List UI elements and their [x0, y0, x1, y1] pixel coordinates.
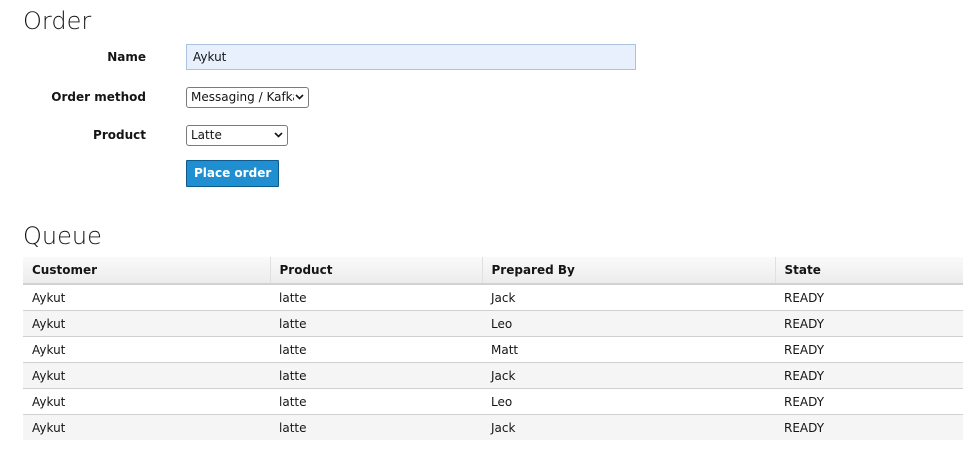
cell-product: latte	[270, 388, 482, 415]
cell-customer: Aykut	[23, 284, 270, 311]
cell-state: READY	[775, 414, 963, 440]
order-section-title: Order	[23, 7, 92, 35]
queue-section-title: Queue	[23, 222, 102, 250]
cell-prepared-by: Jack	[482, 284, 775, 311]
table-row: Aykut latte Leo READY	[23, 310, 963, 337]
cell-customer: Aykut	[23, 414, 270, 440]
order-method-label: Order method	[51, 90, 146, 104]
product-label: Product	[93, 128, 146, 142]
queue-header-row: Customer Product Prepared By State	[23, 257, 963, 285]
column-header-product: Product	[270, 257, 483, 285]
cell-state: READY	[775, 336, 963, 363]
cell-prepared-by: Leo	[482, 310, 775, 337]
order-method-wrap: Messaging / Kafka	[186, 86, 309, 108]
cell-customer: Aykut	[23, 362, 270, 389]
table-row: Aykut latte Jack READY	[23, 362, 963, 389]
cell-customer: Aykut	[23, 336, 270, 363]
table-row: Aykut latte Jack READY	[23, 414, 963, 440]
cell-customer: Aykut	[23, 388, 270, 415]
product-wrap: Latte	[186, 124, 288, 146]
cell-product: latte	[270, 414, 482, 440]
cell-state: READY	[775, 362, 963, 389]
cell-state: READY	[775, 284, 963, 311]
place-order-button[interactable]: Place order	[186, 159, 280, 187]
name-form-row: Name	[0, 44, 978, 70]
column-header-prepared-by: Prepared By	[482, 257, 776, 285]
cell-product: latte	[270, 284, 482, 311]
cell-prepared-by: Jack	[482, 414, 775, 440]
cell-prepared-by: Jack	[482, 362, 775, 389]
submit-form-row: Place order	[0, 159, 978, 187]
name-input[interactable]	[186, 44, 636, 70]
product-form-row: Product Latte	[0, 122, 978, 148]
submit-wrap: Place order	[186, 159, 280, 187]
page: Order Name Order method Messaging / Kafk…	[0, 0, 978, 470]
cell-prepared-by: Leo	[482, 388, 775, 415]
product-selected-value: Latte	[191, 128, 222, 142]
order-method-selected-value: Messaging / Kafka	[191, 90, 294, 104]
cell-product: latte	[270, 310, 482, 337]
product-select[interactable]: Latte	[186, 124, 288, 146]
order-method-select[interactable]: Messaging / Kafka	[186, 86, 309, 108]
cell-product: latte	[270, 336, 482, 363]
name-field-wrap	[186, 44, 636, 70]
chevron-down-icon	[273, 130, 283, 140]
table-row: Aykut latte Matt READY	[23, 336, 963, 363]
order-method-form-row: Order method Messaging / Kafka	[0, 84, 978, 110]
table-row: Aykut latte Jack READY	[23, 284, 963, 311]
name-label: Name	[107, 50, 146, 64]
column-header-state: State	[775, 257, 963, 285]
cell-state: READY	[775, 310, 963, 337]
cell-state: READY	[775, 388, 963, 415]
cell-customer: Aykut	[23, 310, 270, 337]
column-header-customer: Customer	[23, 257, 271, 285]
queue-table: Customer Product Prepared By State Aykut…	[23, 257, 963, 440]
chevron-down-icon	[294, 92, 304, 102]
cell-product: latte	[270, 362, 482, 389]
table-row: Aykut latte Leo READY	[23, 388, 963, 415]
cell-prepared-by: Matt	[482, 336, 775, 363]
